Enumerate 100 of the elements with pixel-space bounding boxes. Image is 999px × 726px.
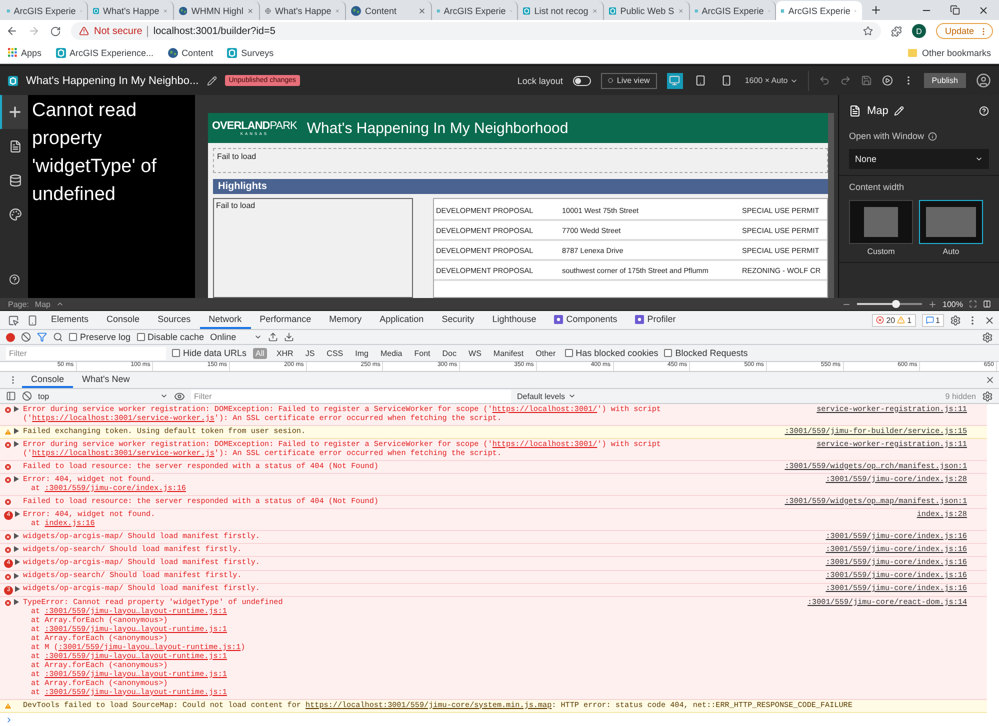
undo-icon[interactable] (818, 75, 830, 86)
edit-icon[interactable] (206, 76, 217, 86)
checkbox[interactable] (172, 349, 180, 357)
devtools-tab[interactable]: Performance (250, 311, 320, 329)
expand-icon[interactable] (14, 476, 19, 482)
type-filter[interactable]: CSS (324, 348, 346, 358)
devtools-tab[interactable]: Profiler (626, 311, 685, 329)
eye-icon[interactable] (174, 390, 185, 402)
drawer-tab[interactable]: What's New (73, 372, 139, 388)
warning-icon (79, 26, 89, 36)
clear-icon[interactable] (22, 391, 32, 401)
expand-icon[interactable] (14, 428, 19, 434)
browser-tab[interactable]: ArcGIS Experie (776, 1, 862, 20)
devtools-tab[interactable]: Application (370, 311, 433, 329)
type-filter[interactable]: Other (532, 348, 559, 358)
update-button[interactable]: Update (936, 23, 993, 39)
devtools-tab[interactable]: Components (545, 311, 626, 329)
preview-icon[interactable] (882, 75, 893, 86)
checkbox[interactable] (664, 349, 672, 357)
checkbox[interactable] (136, 333, 145, 341)
levels-dropdown[interactable]: Default levels (517, 392, 576, 400)
expand-icon[interactable] (14, 441, 19, 447)
close-icon[interactable] (985, 375, 995, 385)
window-select[interactable]: None (849, 149, 989, 169)
checkbox[interactable] (69, 333, 77, 341)
devtools-tab[interactable]: Lighthouse (483, 311, 546, 329)
bookmark-link[interactable]: Other bookmarks (922, 48, 991, 58)
expand-icon[interactable] (14, 572, 19, 578)
width-option[interactable] (849, 200, 913, 244)
sidebar-icon[interactable] (6, 391, 16, 401)
zoom-thumb[interactable] (892, 300, 900, 308)
bookmark-link[interactable]: Surveys (241, 48, 274, 58)
devtools-tab[interactable]: Security (432, 311, 484, 329)
type-filter[interactable]: Img (352, 348, 372, 358)
help-icon[interactable] (8, 274, 20, 285)
address-bar[interactable]: Not secure localhost:3001/builder?id=5 (71, 22, 881, 40)
expand-icon[interactable] (15, 511, 20, 517)
bookmark-link[interactable]: Apps (21, 48, 42, 58)
message-counter[interactable]: 1 (922, 314, 944, 326)
zoom-in-icon[interactable] (928, 300, 937, 308)
type-filter[interactable]: WS (466, 348, 484, 358)
user-avatar-icon[interactable] (976, 73, 991, 88)
inspect-icon[interactable] (8, 314, 19, 326)
close-icon[interactable] (247, 6, 254, 14)
device-toolbar-icon[interactable] (27, 314, 38, 326)
bookmark-link[interactable]: Content (182, 48, 214, 58)
close-icon[interactable] (984, 314, 995, 326)
filter-field[interactable]: Filter (191, 390, 511, 402)
panel-icon[interactable] (983, 300, 991, 308)
publish-button[interactable]: Publish (924, 73, 966, 88)
settings-icon[interactable] (982, 390, 993, 402)
settings-icon[interactable] (982, 332, 993, 342)
bookmark-link[interactable]: ArcGIS Experience... (70, 48, 154, 58)
search-icon[interactable] (53, 332, 63, 342)
profile-avatar[interactable]: D (912, 24, 926, 38)
devtools-tab[interactable]: Memory (320, 311, 371, 329)
expand-icon[interactable] (14, 406, 19, 412)
type-filter[interactable]: Manifest (490, 348, 527, 358)
close-icon[interactable] (978, 4, 989, 16)
expand-icon[interactable] (15, 559, 20, 565)
expand-icon[interactable] (15, 586, 20, 592)
upload-icon[interactable] (268, 332, 278, 342)
close-icon[interactable] (418, 6, 426, 14)
chevron-icon[interactable] (56, 300, 64, 308)
devtools-tab[interactable]: Sources (148, 311, 200, 329)
expand-icon[interactable] (14, 599, 19, 605)
issue-counter[interactable]: 20 1 (872, 314, 916, 326)
record-icon[interactable] (6, 332, 15, 342)
throttle-dropdown[interactable]: Online (210, 332, 262, 342)
devtools-tab[interactable]: Elements (42, 311, 98, 329)
settings-icon[interactable] (950, 314, 961, 326)
add-button[interactable] (0, 95, 28, 129)
download-icon[interactable] (284, 332, 294, 342)
expand-icon[interactable] (14, 533, 19, 539)
fit-icon[interactable] (969, 300, 977, 308)
size-dropdown[interactable]: 1600 × Auto (744, 76, 798, 85)
save-icon[interactable] (860, 75, 872, 86)
lock-layout-toggle[interactable] (572, 76, 591, 86)
restore-icon[interactable] (950, 5, 960, 15)
type-filter[interactable]: Doc (439, 348, 460, 358)
type-filter[interactable]: Font (411, 348, 434, 358)
reload-icon[interactable] (50, 26, 61, 36)
clear-icon[interactable] (21, 332, 31, 342)
live-view-button[interactable]: Live view (600, 72, 657, 88)
bookmark-star-icon[interactable] (862, 26, 873, 36)
context-dropdown[interactable]: top (38, 392, 168, 400)
devtools-tab[interactable]: Console (98, 311, 149, 329)
width-option[interactable] (919, 200, 983, 244)
redo-icon[interactable] (840, 75, 851, 86)
expand-icon[interactable] (14, 546, 19, 552)
desktop-button[interactable] (666, 72, 683, 88)
type-filter[interactable]: JS (302, 348, 318, 358)
new-tab-icon[interactable] (870, 4, 882, 16)
extensions-icon[interactable] (890, 26, 902, 36)
back-icon[interactable] (6, 25, 18, 37)
filter-icon[interactable] (37, 332, 47, 342)
checkbox[interactable] (564, 349, 573, 357)
type-filter[interactable]: XHR (273, 348, 296, 358)
type-filter[interactable]: Media (377, 348, 406, 358)
filter-field[interactable]: Filter (6, 346, 166, 360)
